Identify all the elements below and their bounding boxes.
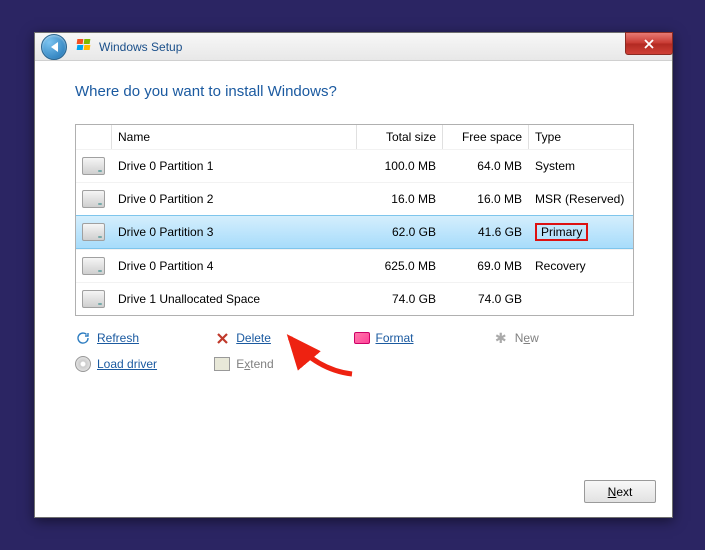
page-heading: Where do you want to install Windows? [75, 83, 632, 100]
new-action: ✱ New [493, 330, 632, 346]
load-driver-label: Load driver [97, 357, 157, 371]
new-label: New [515, 331, 539, 345]
drive-icon-cell [76, 183, 112, 215]
drive-icon-cell [76, 283, 112, 315]
refresh-icon [75, 330, 91, 346]
windows-logo-icon [77, 39, 93, 55]
cell-type: Recovery [529, 250, 633, 282]
refresh-action[interactable]: Refresh [75, 330, 214, 346]
table-row[interactable]: Drive 0 Partition 1100.0 MB64.0 MBSystem [76, 149, 633, 182]
delete-action[interactable]: Delete [214, 330, 353, 346]
extend-action: Extend [214, 356, 353, 372]
table-body: Drive 0 Partition 1100.0 MB64.0 MBSystem… [76, 149, 633, 315]
load-driver-action[interactable]: Load driver [75, 356, 214, 372]
format-icon [354, 330, 370, 346]
drive-icon-cell [76, 216, 112, 248]
cell-total: 100.0 MB [357, 150, 443, 182]
cell-name: Drive 0 Partition 3 [112, 216, 357, 248]
drive-icon-cell [76, 150, 112, 182]
delete-label: Delete [236, 331, 271, 345]
format-label: Format [376, 331, 414, 345]
cell-type [529, 283, 633, 315]
drive-icon [82, 290, 105, 308]
col-type-header[interactable]: Type [529, 125, 633, 149]
window-title: Windows Setup [99, 40, 182, 54]
cell-free: 41.6 GB [443, 216, 529, 248]
col-free-header[interactable]: Free space [443, 125, 529, 149]
drive-icon [82, 257, 105, 275]
cell-free: 16.0 MB [443, 183, 529, 215]
cd-icon [75, 356, 91, 372]
new-icon: ✱ [493, 330, 509, 346]
titlebar: Windows Setup [35, 33, 672, 61]
cell-total: 16.0 MB [357, 183, 443, 215]
cell-name: Drive 0 Partition 4 [112, 250, 357, 282]
setup-window: Windows Setup Where do you want to insta… [34, 32, 673, 518]
close-button[interactable] [625, 32, 673, 55]
cell-total: 74.0 GB [357, 283, 443, 315]
extend-label: Extend [236, 357, 273, 371]
cell-free: 74.0 GB [443, 283, 529, 315]
extend-icon [214, 356, 230, 372]
next-label: ext [616, 485, 632, 499]
col-icon-header[interactable] [76, 125, 112, 149]
drive-icon-cell [76, 250, 112, 282]
cell-type: MSR (Reserved) [529, 183, 633, 215]
cell-total: 625.0 MB [357, 250, 443, 282]
cell-type: System [529, 150, 633, 182]
col-total-header[interactable]: Total size [357, 125, 443, 149]
partition-table: Name Total size Free space Type Drive 0 … [75, 124, 634, 316]
table-row[interactable]: Drive 0 Partition 362.0 GB41.6 GBPrimary [76, 215, 633, 249]
content-area: Where do you want to install Windows? Na… [35, 61, 672, 382]
cell-free: 64.0 MB [443, 150, 529, 182]
next-button[interactable]: Next [584, 480, 656, 503]
footer: Next [584, 480, 656, 503]
cell-total: 62.0 GB [357, 216, 443, 248]
table-header: Name Total size Free space Type [76, 125, 633, 149]
action-bar: Refresh Delete Format ✱ New Load driver [75, 330, 632, 372]
cell-name: Drive 0 Partition 1 [112, 150, 357, 182]
cell-name: Drive 0 Partition 2 [112, 183, 357, 215]
drive-icon [82, 157, 105, 175]
col-name-header[interactable]: Name [112, 125, 357, 149]
drive-icon [82, 190, 105, 208]
table-row[interactable]: Drive 0 Partition 216.0 MB16.0 MBMSR (Re… [76, 182, 633, 215]
close-icon [643, 39, 655, 49]
cell-name: Drive 1 Unallocated Space [112, 283, 357, 315]
back-button[interactable] [41, 34, 67, 60]
format-action[interactable]: Format [354, 330, 493, 346]
delete-icon [214, 330, 230, 346]
cell-free: 69.0 MB [443, 250, 529, 282]
cell-type: Primary [529, 216, 633, 248]
arrow-left-icon [51, 42, 58, 52]
refresh-label: Refresh [97, 331, 139, 345]
table-row[interactable]: Drive 0 Partition 4625.0 MB69.0 MBRecove… [76, 249, 633, 282]
table-row[interactable]: Drive 1 Unallocated Space74.0 GB74.0 GB [76, 282, 633, 315]
drive-icon [82, 223, 105, 241]
